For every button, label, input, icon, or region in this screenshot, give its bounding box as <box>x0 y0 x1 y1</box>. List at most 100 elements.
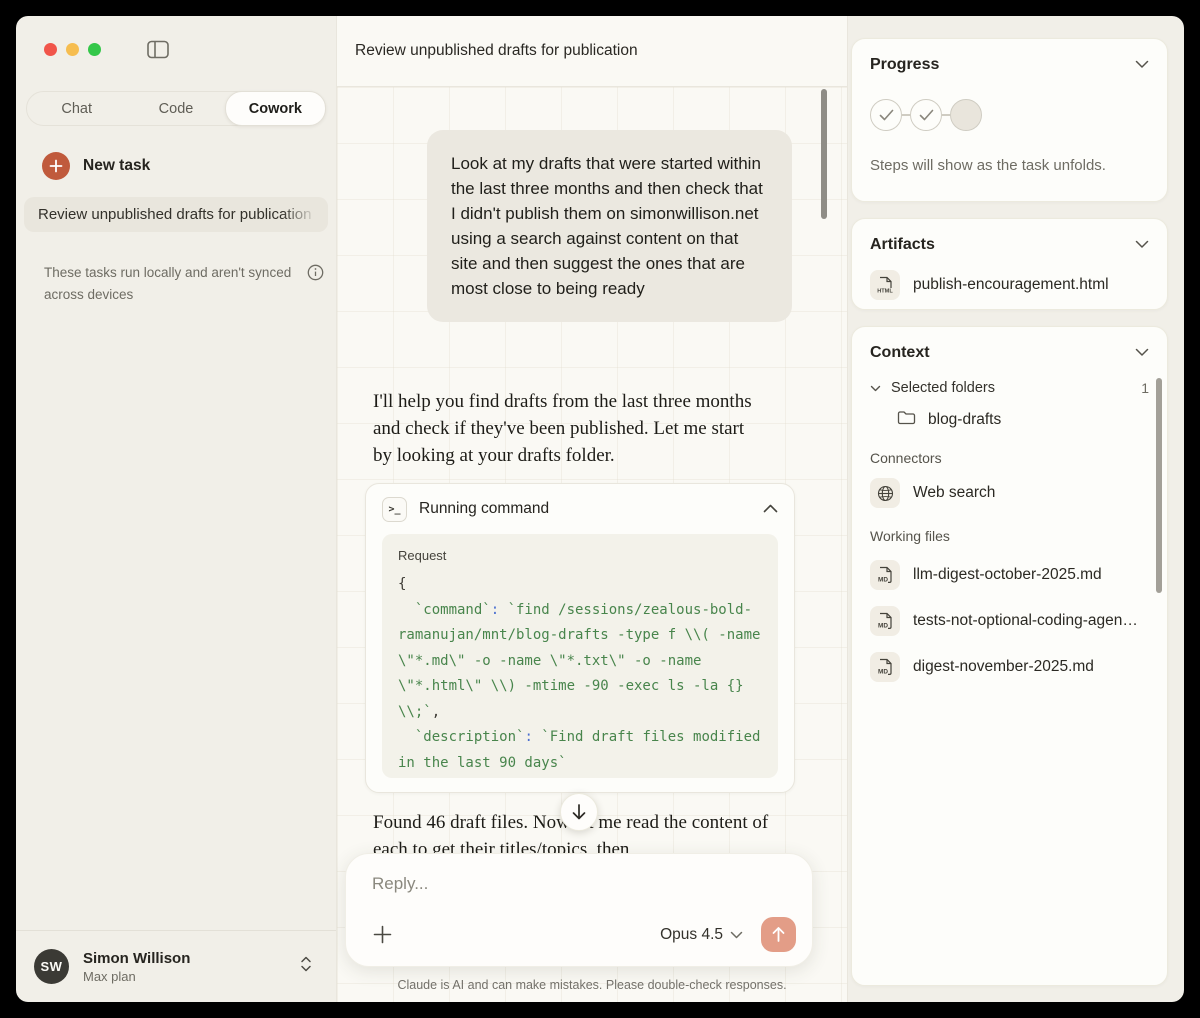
request-label: Request <box>398 548 762 563</box>
selected-folders-count: 1 <box>1141 380 1149 396</box>
md-file-icon: MD <box>870 652 900 682</box>
progress-header[interactable]: Progress <box>870 56 1149 74</box>
step-done-icon <box>870 99 902 131</box>
svg-text:HTML: HTML <box>877 289 893 295</box>
user-message-bubble: Look at my drafts that were started with… <box>427 130 792 322</box>
working-file-name: digest-november-2025.md <box>913 658 1094 676</box>
chevron-up-icon[interactable] <box>763 500 778 518</box>
working-file-item[interactable]: MD tests-not-optional-coding-agen… <box>870 606 1149 636</box>
tab-cowork[interactable]: Cowork <box>225 91 326 126</box>
artifact-name: publish-encouragement.html <box>913 276 1109 294</box>
selected-folders-label: Selected folders <box>891 380 1131 396</box>
progress-title: Progress <box>870 56 939 74</box>
sync-note-row: These tasks run locally and aren't synce… <box>44 262 324 306</box>
task-item-fade <box>282 197 328 232</box>
chat-area: Look at my drafts that were started with… <box>337 87 847 1002</box>
user-message-text: Look at my drafts that were started with… <box>451 154 763 298</box>
artifacts-header[interactable]: Artifacts <box>870 236 1149 254</box>
send-button[interactable] <box>761 917 796 952</box>
app-window: Chat Code Cowork New task Review unpubli… <box>16 16 1184 1002</box>
plus-icon <box>42 152 70 180</box>
assistant-intro-text: I'll help you find drafts from the last … <box>373 391 752 466</box>
running-command-header[interactable]: >_ Running command <box>366 484 794 534</box>
svg-text:MD: MD <box>878 669 888 676</box>
reply-input[interactable] <box>372 874 790 894</box>
code-open-brace: { <box>398 576 415 618</box>
avatar: SW <box>34 949 69 984</box>
code-value-command: `find /sessions/zealous-bold-ramanujan/m… <box>398 602 769 720</box>
minimize-window-button[interactable] <box>66 43 79 56</box>
chevron-down-icon[interactable] <box>1135 56 1149 74</box>
folder-icon <box>897 410 916 430</box>
context-scrollbar[interactable] <box>1156 378 1162 593</box>
selected-folders-row[interactable]: Selected folders 1 <box>870 380 1149 396</box>
composer-toolbar: Opus 4.5 <box>372 917 796 952</box>
tab-code[interactable]: Code <box>126 92 225 125</box>
sidebar-toggle-icon[interactable] <box>147 40 169 59</box>
titlebar <box>16 16 336 69</box>
context-header[interactable]: Context <box>870 344 1149 362</box>
tab-code-label: Code <box>159 101 194 117</box>
chevron-down-icon[interactable] <box>1135 236 1149 254</box>
new-task-button[interactable]: New task <box>42 152 336 180</box>
context-title: Context <box>870 344 930 362</box>
assistant-message: I'll help you find drafts from the last … <box>373 388 757 469</box>
reply-composer: Opus 4.5 <box>345 853 813 967</box>
close-window-button[interactable] <box>44 43 57 56</box>
progress-hint: Steps will show as the task unfolds. <box>870 157 1149 174</box>
tab-cowork-label: Cowork <box>249 101 302 117</box>
running-command-card: >_ Running command Request { `command`: … <box>365 483 795 793</box>
step-done-icon <box>910 99 942 131</box>
zoom-window-button[interactable] <box>88 43 101 56</box>
sidebar: Chat Code Cowork New task Review unpubli… <box>16 16 336 1002</box>
md-file-icon: MD <box>870 606 900 636</box>
request-json: { `command`: `find /sessions/zealous-bol… <box>398 572 762 778</box>
code-colon: : <box>491 602 508 618</box>
main-header: Review unpublished drafts for publicatio… <box>337 16 847 87</box>
globe-icon <box>870 478 900 508</box>
model-selector[interactable]: Opus 4.5 <box>660 926 743 944</box>
task-item-title: Review unpublished drafts for publicatio… <box>38 206 312 223</box>
step-connector <box>902 114 910 116</box>
page-title: Review unpublished drafts for publicatio… <box>355 42 638 60</box>
step-pending-icon <box>950 99 982 131</box>
html-file-icon: HTML <box>870 270 900 300</box>
artifact-item[interactable]: HTML publish-encouragement.html <box>870 270 1149 300</box>
context-card: Context Selected folders 1 blog-dra <box>851 326 1168 986</box>
info-icon[interactable] <box>307 264 324 286</box>
right-panel: Progress Steps will show as the task unf… <box>848 16 1184 1002</box>
svg-text:MD: MD <box>878 577 888 584</box>
code-key-command: `command` <box>415 602 491 618</box>
scroll-to-bottom-button[interactable] <box>560 793 598 831</box>
chevron-down-icon <box>730 926 743 944</box>
code-colon: : <box>524 729 541 745</box>
terminal-icon: >_ <box>382 497 407 522</box>
progress-card: Progress Steps will show as the task unf… <box>851 38 1168 202</box>
folder-item[interactable]: blog-drafts <box>897 410 1149 430</box>
tab-chat[interactable]: Chat <box>27 92 126 125</box>
chevron-down-icon <box>870 385 881 392</box>
mode-tabs: Chat Code Cowork <box>26 91 326 126</box>
user-plan: Max plan <box>83 969 286 984</box>
task-list-item[interactable]: Review unpublished drafts for publicatio… <box>24 197 328 232</box>
request-code-block: Request { `command`: `find /sessions/zea… <box>382 534 778 778</box>
md-file-icon: MD <box>870 560 900 590</box>
chevron-down-icon[interactable] <box>1135 344 1149 362</box>
working-file-item[interactable]: MD llm-digest-october-2025.md <box>870 560 1149 590</box>
attach-plus-icon[interactable] <box>372 924 393 945</box>
traffic-lights <box>44 43 101 56</box>
connectors-label: Connectors <box>870 450 1149 466</box>
working-file-name: tests-not-optional-coding-agen… <box>913 612 1138 630</box>
model-name: Opus 4.5 <box>660 926 723 944</box>
working-file-item[interactable]: MD digest-november-2025.md <box>870 652 1149 682</box>
chevron-up-down-icon <box>300 955 312 978</box>
artifacts-card: Artifacts HTML publish-encouragement.htm… <box>851 218 1168 310</box>
running-command-title: Running command <box>419 500 751 518</box>
sync-note-text: These tasks run locally and aren't synce… <box>44 262 297 306</box>
chat-scrollbar[interactable] <box>821 89 827 219</box>
new-task-label: New task <box>83 157 150 175</box>
connector-item[interactable]: Web search <box>870 478 1149 508</box>
artifacts-title: Artifacts <box>870 236 935 254</box>
account-menu[interactable]: SW Simon Willison Max plan <box>16 930 336 1002</box>
connector-name: Web search <box>913 484 995 502</box>
